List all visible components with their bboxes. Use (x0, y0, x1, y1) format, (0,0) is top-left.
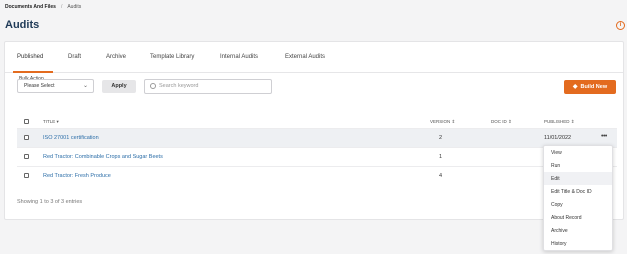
row-title-link[interactable]: Red Tractor: Fresh Produce (43, 173, 111, 179)
column-published[interactable]: PUBLISHED ⇕ (544, 119, 575, 125)
tab-archive[interactable]: Archive (106, 54, 126, 60)
menu-item-copy[interactable]: Copy (544, 198, 612, 211)
menu-item-archive[interactable]: Archive (544, 224, 612, 237)
more-options-icon[interactable]: ••• (601, 133, 607, 140)
row-checkbox[interactable] (24, 154, 29, 159)
column-title-label: TITLE (43, 119, 56, 124)
chevron-down-icon: ⌄ (82, 83, 88, 89)
tab-external-audits[interactable]: External Audits (285, 54, 325, 60)
build-new-label: Build New (580, 84, 608, 90)
column-published-label: PUBLISHED (544, 119, 570, 124)
table-row[interactable]: ISO 27001 certification 2 11/01/2022 ••• (17, 128, 617, 147)
apply-button[interactable]: Apply (102, 80, 136, 93)
tab-internal-audits[interactable]: Internal Audits (220, 54, 258, 60)
search-placeholder: Search keyword (159, 83, 199, 89)
row-checkbox[interactable] (24, 173, 29, 178)
audits-card: Published Draft Archive Template Library… (4, 41, 624, 220)
menu-item-history[interactable]: History (544, 237, 612, 250)
build-icon: ◆ (572, 84, 578, 90)
tab-bar: Published Draft Archive Template Library… (5, 42, 623, 73)
menu-item-about-record[interactable]: About Record (544, 211, 612, 224)
active-tab-indicator (13, 71, 53, 73)
row-checkbox[interactable] (24, 135, 29, 140)
menu-item-run[interactable]: Run (544, 159, 612, 172)
breadcrumb: Documents And Files / Audits (5, 4, 81, 10)
row-title-link[interactable]: ISO 27001 certification (43, 135, 99, 141)
table-row[interactable]: Red Tractor: Combinable Crops and Sugar … (17, 147, 617, 166)
bulk-action-value: Please Select (24, 83, 55, 89)
bulk-action-select[interactable]: Please Select ⌄ (17, 79, 94, 93)
column-title[interactable]: TITLE ▾ (43, 119, 59, 125)
breadcrumb-current: Audits (67, 4, 82, 10)
row-title-link[interactable]: Red Tractor: Combinable Crops and Sugar … (43, 154, 163, 160)
row-version: 1 (439, 154, 443, 160)
tab-template-library[interactable]: Template Library (150, 54, 194, 60)
menu-item-edit-title-doc-id[interactable]: Edit Title & Doc ID (544, 185, 612, 198)
table-header: TITLE ▾ VERSION ⇕ DOC ID ⇕ PUBLISHED ⇕ (17, 117, 617, 127)
column-doc-id-label: DOC ID (491, 119, 507, 124)
row-published: 11/01/2022 (544, 135, 572, 141)
breadcrumb-root[interactable]: Documents And Files (5, 4, 56, 10)
search-input[interactable]: Search keyword (144, 79, 272, 94)
menu-item-view[interactable]: View (544, 146, 612, 159)
select-all-checkbox[interactable] (24, 119, 29, 124)
build-new-button[interactable]: ◆ Build New (564, 80, 616, 94)
info-icon[interactable]: i (616, 21, 625, 30)
page-title: Audits (5, 19, 40, 31)
breadcrumb-separator: / (60, 4, 63, 10)
entries-info: Showing 1 to 3 of 3 entries (17, 199, 83, 205)
row-actions-menu: View Run Edit Edit Title & Doc ID Copy A… (543, 145, 613, 251)
column-version-label: VERSION (430, 119, 451, 124)
column-doc-id[interactable]: DOC ID ⇕ (491, 119, 512, 125)
row-version: 4 (439, 173, 443, 179)
row-version: 2 (439, 135, 443, 141)
tab-draft[interactable]: Draft (68, 54, 81, 60)
menu-item-edit[interactable]: Edit (544, 172, 612, 185)
column-version[interactable]: VERSION ⇕ (430, 119, 455, 125)
search-icon (150, 83, 156, 89)
table-row[interactable]: Red Tractor: Fresh Produce 4 (17, 166, 617, 185)
tab-published[interactable]: Published (17, 54, 43, 60)
